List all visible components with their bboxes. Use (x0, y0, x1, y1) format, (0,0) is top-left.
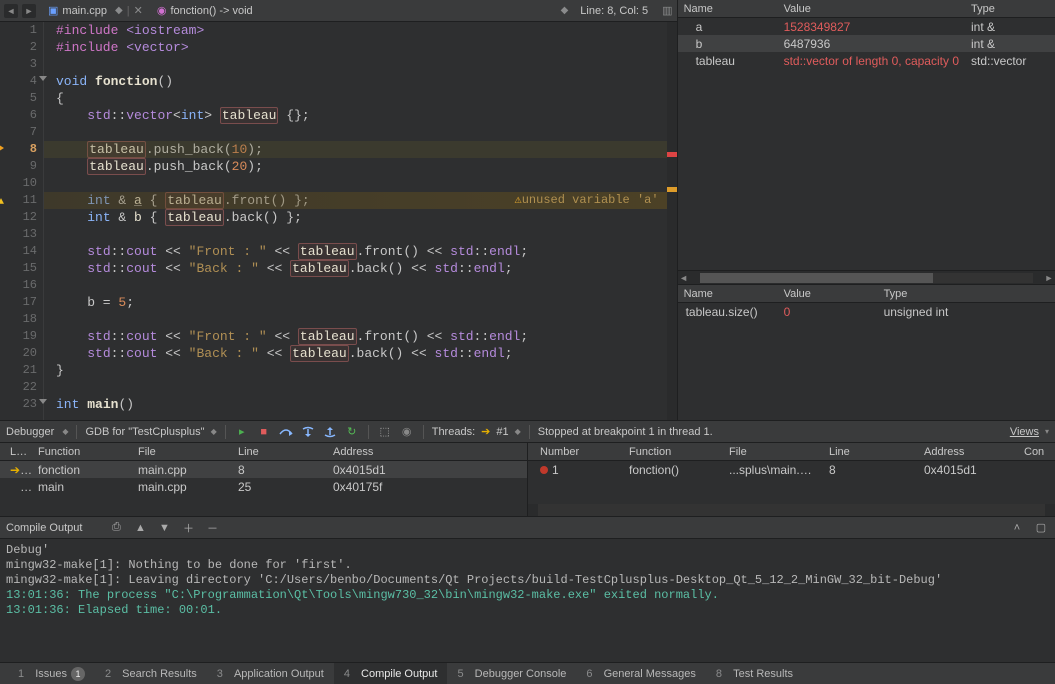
step-over-button[interactable] (278, 424, 294, 440)
locals-row[interactable]: tableaustd::vector of length 0, capacity… (678, 52, 1055, 69)
locals-row[interactable]: b6487936int & (678, 35, 1055, 52)
debugger-panel: Debugger ◆ GDB for "TestCplusplus" ◆ ▸ ■… (0, 420, 1055, 516)
zoom-out-button[interactable]: － (204, 520, 220, 536)
watch-header[interactable]: Name Value Type (678, 285, 1055, 303)
close-file[interactable]: ✕ (134, 4, 143, 17)
locals-header[interactable]: Name Value Type (678, 0, 1055, 18)
breakpoints-hscroll[interactable] (528, 504, 1055, 516)
bottom-tab-application-output[interactable]: 3 Application Output (207, 663, 334, 684)
restart-button[interactable]: ↻ (344, 424, 360, 440)
file-name[interactable]: main.cpp (62, 5, 107, 17)
col-name[interactable]: Name (678, 3, 778, 15)
nav-down-button[interactable]: ▼ (156, 520, 172, 536)
breakpoints-header[interactable]: Number Function File Line Address Con (528, 443, 1055, 461)
col-value[interactable]: Value (778, 288, 878, 300)
stack-view: Level Function File Line Address ➔ 1fonc… (0, 443, 528, 516)
file-icon: ▣ (48, 4, 58, 17)
watch-row[interactable]: tableau.size()0unsigned int (678, 303, 1055, 320)
locals-row[interactable]: a1528349827int & (678, 18, 1055, 35)
debugger-engine[interactable]: GDB for "TestCplusplus" (85, 426, 204, 438)
col-value[interactable]: Value (778, 3, 965, 15)
col-type[interactable]: Type (878, 288, 1055, 300)
debugger-status: Stopped at breakpoint 1 in thread 1. (538, 426, 713, 438)
cursor-position[interactable]: Line: 8, Col: 5 (580, 5, 648, 17)
step-out-button[interactable] (322, 424, 338, 440)
debugger-toolbar: Debugger ◆ GDB for "TestCplusplus" ◆ ▸ ■… (0, 421, 1055, 443)
threads-label: Threads: (432, 426, 475, 438)
function-icon: ◉ (157, 4, 167, 17)
split-icon[interactable]: ▥ (662, 4, 672, 17)
continue-button[interactable]: ▸ (234, 424, 250, 440)
stack-frame[interactable]: ➔ 2mainmain.cpp250x40175f (0, 478, 527, 495)
close-panel-button[interactable]: ▢ (1033, 520, 1049, 536)
zoom-in-button[interactable]: ＋ (180, 520, 196, 536)
bottom-tab-test-results[interactable]: 8 Test Results (706, 663, 803, 684)
thread-arrow-icon: ➔ (481, 425, 490, 438)
bottom-tab-compile-output[interactable]: 4 Compile Output (334, 663, 448, 684)
locals-hscroll[interactable]: ◄► (678, 270, 1055, 284)
bottom-tab-debugger-console[interactable]: 5 Debugger Console (447, 663, 576, 684)
nav-back[interactable]: ◄ (4, 4, 18, 18)
file-dropdown[interactable]: ◆ (115, 5, 123, 16)
editor-header: ◄ ► ▣ main.cpp ◆ | ✕ ◉ fonction() -> voi… (0, 0, 677, 22)
breakpoints-view: Number Function File Line Address Con 1f… (528, 443, 1055, 516)
step-into-button[interactable] (300, 424, 316, 440)
collapse-button[interactable]: ˄ (1009, 520, 1025, 536)
compile-output-title: Compile Output (6, 522, 82, 534)
col-type[interactable]: Type (965, 3, 1055, 15)
compile-output-toolbar: Compile Output ⎙ ▲ ▼ ＋ － ˄ ▢ (0, 517, 1055, 539)
compile-output-text[interactable]: Debug'mingw32-make[1]: Nothing to be don… (0, 539, 1055, 662)
line-gutter[interactable]: 1 2 3 4 5 6 7 8 9 10 ▲11 12 13 14 15 16 … (0, 22, 44, 420)
stack-header[interactable]: Level Function File Line Address (0, 443, 527, 461)
compile-output-panel: Compile Output ⎙ ▲ ▼ ＋ － ˄ ▢ Debug'mingw… (0, 516, 1055, 662)
variables-pane: Name Value Type a1528349827int &b6487936… (678, 0, 1055, 420)
stack-frame[interactable]: ➔ 1fonctionmain.cpp80x4015d1 (0, 461, 527, 478)
col-name[interactable]: Name (678, 288, 778, 300)
code-area[interactable]: unused variable 'a' #include <iostream> … (44, 22, 667, 420)
record-button[interactable]: ◉ (399, 424, 415, 440)
execution-arrow-icon (0, 143, 4, 153)
step-instruction-button[interactable]: ⬚ (377, 424, 393, 440)
stop-button[interactable]: ■ (256, 424, 272, 440)
filter-button[interactable]: ⎙ (108, 520, 124, 536)
bottom-tab-general-messages[interactable]: 6 General Messages (576, 663, 706, 684)
inline-warning[interactable]: unused variable 'a' (515, 192, 659, 209)
bottom-tab-search-results[interactable]: 2 Search Results (95, 663, 207, 684)
watch-view: Name Value Type tableau.size()0unsigned … (678, 285, 1055, 420)
locals-view: Name Value Type a1528349827int &b6487936… (678, 0, 1055, 285)
views-menu[interactable]: Views (1010, 426, 1039, 438)
bottom-tab-issues[interactable]: 1 Issues1 (8, 663, 95, 684)
thread-selector[interactable]: #1 (496, 426, 508, 438)
symbol-name[interactable]: fonction() -> void (170, 5, 252, 17)
editor-pane: ◄ ► ▣ main.cpp ◆ | ✕ ◉ fonction() -> voi… (0, 0, 678, 420)
symbol-dropdown[interactable]: ◆ (561, 5, 569, 16)
overview-ruler[interactable] (667, 22, 677, 420)
nav-up-button[interactable]: ▲ (132, 520, 148, 536)
debugger-label[interactable]: Debugger (6, 426, 56, 438)
nav-fwd[interactable]: ► (22, 4, 36, 18)
bottom-tab-bar: 1 Issues12 Search Results3 Application O… (0, 662, 1055, 684)
breakpoint-row[interactable]: 1fonction()...splus\main.cpp80x4015d1 (528, 461, 1055, 478)
